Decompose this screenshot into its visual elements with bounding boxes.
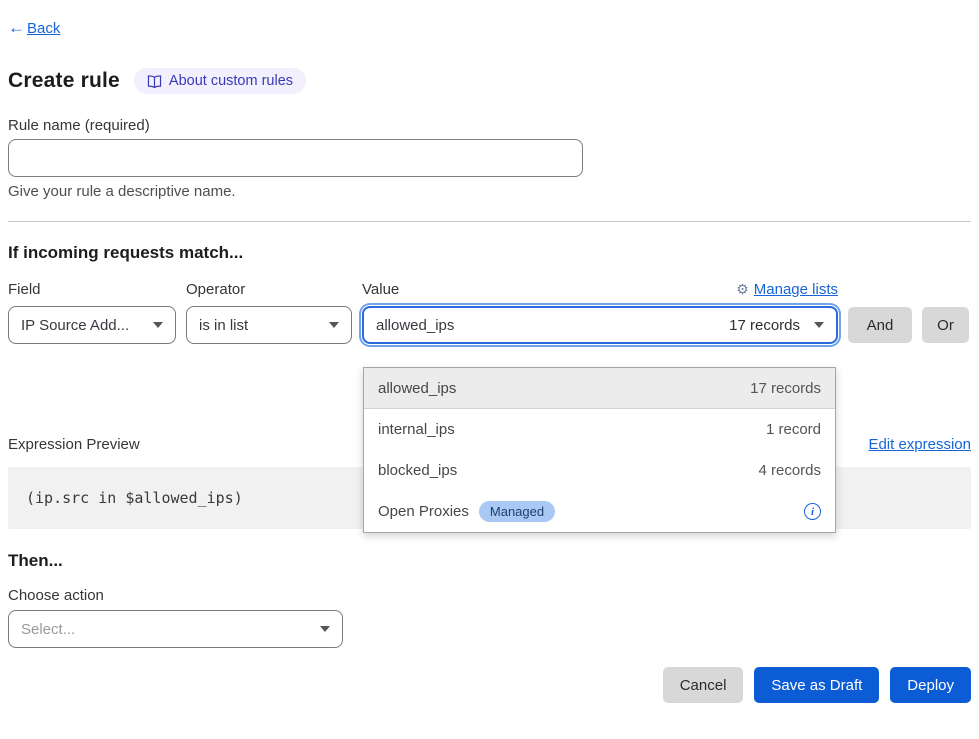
list-item-count: 4 records xyxy=(758,462,821,479)
save-as-draft-button[interactable]: Save as Draft xyxy=(754,667,879,703)
about-badge-label: About custom rules xyxy=(169,73,293,89)
chevron-down-icon xyxy=(814,322,824,328)
action-select[interactable]: Select... xyxy=(8,610,343,648)
manage-lists-label[interactable]: Manage lists xyxy=(754,281,838,298)
book-icon xyxy=(147,75,162,88)
operator-select-value: is in list xyxy=(199,317,248,334)
manage-lists-link[interactable]: ⚙ Manage lists xyxy=(736,281,838,298)
match-section-heading: If incoming requests match... xyxy=(8,243,971,263)
value-select[interactable]: allowed_ips 17 records xyxy=(362,306,838,344)
list-item-name: internal_ips xyxy=(378,421,455,438)
operator-label: Operator xyxy=(186,281,352,298)
field-select-value: IP Source Add... xyxy=(21,317,129,334)
edit-expression-link[interactable]: Edit expression xyxy=(868,436,971,453)
operator-select[interactable]: is in list xyxy=(186,306,352,344)
list-item-name: blocked_ips xyxy=(378,462,457,479)
rule-name-label: Rule name (required) xyxy=(8,117,971,134)
rule-name-helper-text: Give your rule a descriptive name. xyxy=(8,183,971,200)
list-item-blocked-ips[interactable]: blocked_ips 4 records xyxy=(364,450,835,491)
list-dropdown-menu: allowed_ips 17 records internal_ips 1 re… xyxy=(363,367,836,533)
cancel-button[interactable]: Cancel xyxy=(663,667,744,703)
list-item-internal-ips[interactable]: internal_ips 1 record xyxy=(364,409,835,450)
list-item-name: allowed_ips xyxy=(378,380,456,397)
value-label-row: Value ⚙ Manage lists xyxy=(362,281,838,298)
action-select-placeholder: Select... xyxy=(21,621,75,638)
create-rule-page: ← Back Create rule About custom rules Ru… xyxy=(0,0,979,739)
info-icon[interactable]: i xyxy=(804,503,821,520)
about-custom-rules-badge[interactable]: About custom rules xyxy=(134,68,306,94)
list-item-count: 17 records xyxy=(750,380,821,397)
chevron-down-icon xyxy=(329,322,339,328)
arrow-left-icon[interactable]: ← xyxy=(8,18,25,38)
chevron-down-icon xyxy=(320,626,330,632)
back-link[interactable]: Back xyxy=(27,20,60,37)
or-button[interactable]: Or xyxy=(922,307,969,343)
list-item-open-proxies[interactable]: Open Proxies Managed i xyxy=(364,491,835,532)
title-row: Create rule About custom rules xyxy=(8,68,971,94)
field-label: Field xyxy=(8,281,176,298)
and-button[interactable]: And xyxy=(848,307,912,343)
expression-preview-label: Expression Preview xyxy=(8,436,140,453)
footer-actions: Cancel Save as Draft Deploy xyxy=(8,667,971,703)
chevron-down-icon xyxy=(153,322,163,328)
value-label: Value xyxy=(362,281,399,298)
deploy-button[interactable]: Deploy xyxy=(890,667,971,703)
gear-icon: ⚙ xyxy=(736,281,749,298)
back-link-row: ← Back xyxy=(8,18,971,38)
choose-action-label: Choose action xyxy=(8,587,971,604)
page-title: Create rule xyxy=(8,69,120,93)
value-select-record-count: 17 records xyxy=(729,317,800,334)
list-item-name: Open Proxies xyxy=(378,503,469,520)
rule-name-input[interactable] xyxy=(8,139,583,177)
section-divider xyxy=(8,221,971,222)
managed-badge: Managed xyxy=(479,501,555,522)
list-item-allowed-ips[interactable]: allowed_ips 17 records xyxy=(364,368,835,409)
value-select-value: allowed_ips xyxy=(376,317,454,334)
match-condition-row: Field Operator Value ⚙ Manage lists IP S… xyxy=(8,281,971,344)
field-select[interactable]: IP Source Add... xyxy=(8,306,176,344)
expression-code: (ip.src in $allowed_ips) xyxy=(26,489,243,507)
list-item-count: 1 record xyxy=(766,421,821,438)
then-section-heading: Then... xyxy=(8,551,971,571)
